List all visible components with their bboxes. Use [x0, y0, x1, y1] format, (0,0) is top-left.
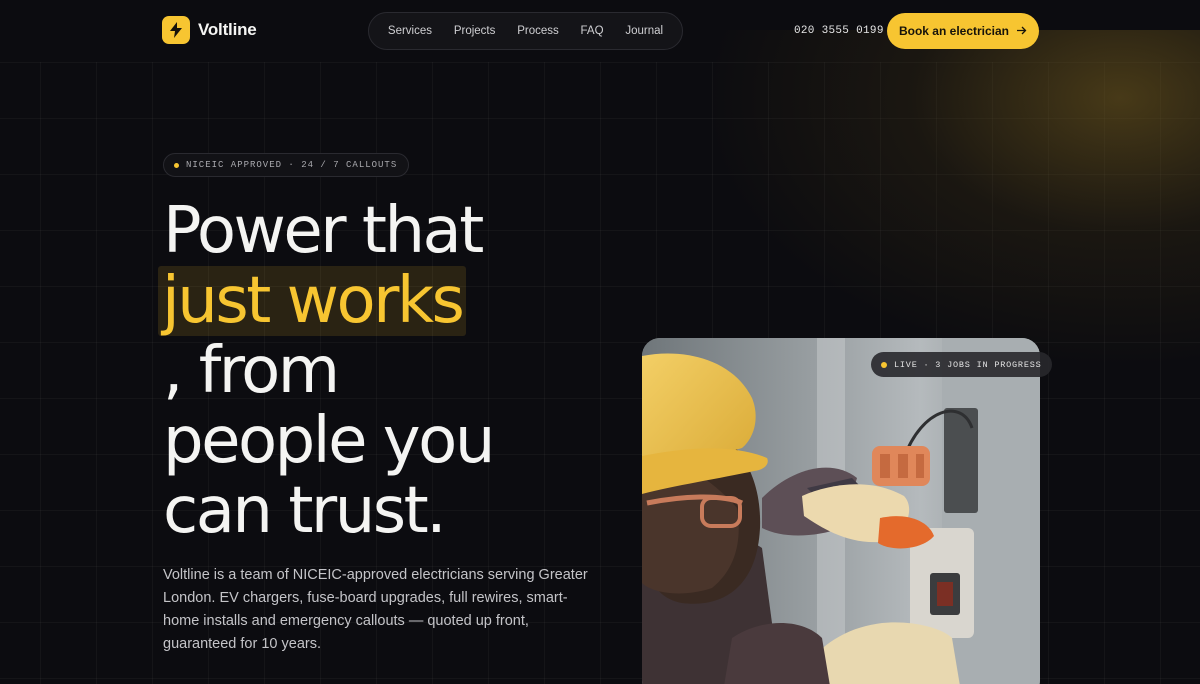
nav-faq[interactable]: FAQ: [581, 25, 604, 37]
headline-line-3: , from: [163, 334, 340, 408]
headline-line-2: just works: [158, 266, 633, 336]
nav-process[interactable]: Process: [517, 25, 559, 37]
arrow-right-icon: [1017, 24, 1027, 38]
electrician-illustration: [642, 338, 1040, 684]
live-dot-icon: [881, 361, 887, 368]
main-nav: Services Projects Process FAQ Journal: [368, 12, 683, 50]
headline-highlight: just works: [158, 266, 467, 336]
badge-text: NICEIC APPROVED · 24 / 7 CALLOUTS: [186, 160, 398, 170]
book-electrician-button[interactable]: Book an electrician: [887, 13, 1039, 49]
live-badge-text: LIVE · 3 JOBS IN PROGRESS: [894, 359, 1042, 370]
headline-line-5: can trust.: [163, 474, 447, 548]
nav-journal[interactable]: Journal: [625, 25, 663, 37]
phone-number[interactable]: 020 3555 0199: [794, 25, 884, 37]
hero-description: Voltline is a team of NICEIC-approved el…: [163, 567, 588, 652]
brand[interactable]: Voltline: [162, 16, 257, 44]
nav-services[interactable]: Services: [388, 25, 432, 37]
certification-badge: NICEIC APPROVED · 24 / 7 CALLOUTS: [163, 153, 410, 177]
status-dot-icon: [174, 162, 179, 168]
live-jobs-badge: LIVE · 3 JOBS IN PROGRESS: [871, 352, 1052, 377]
cta-label: Book an electrician: [898, 24, 1010, 38]
headline-line-1: Power that: [163, 194, 484, 268]
hero-headline: Power that just works , from people you …: [158, 194, 633, 548]
top-navbar: Voltline Services Projects Process FAQ J…: [0, 0, 1200, 62]
brand-name: Voltline: [198, 20, 257, 39]
hero-photo: [642, 338, 1040, 684]
background-glow: [700, 30, 1200, 370]
lightning-bolt-icon: [162, 16, 190, 44]
nav-projects[interactable]: Projects: [454, 25, 496, 37]
headline-line-4: people you: [163, 404, 495, 478]
